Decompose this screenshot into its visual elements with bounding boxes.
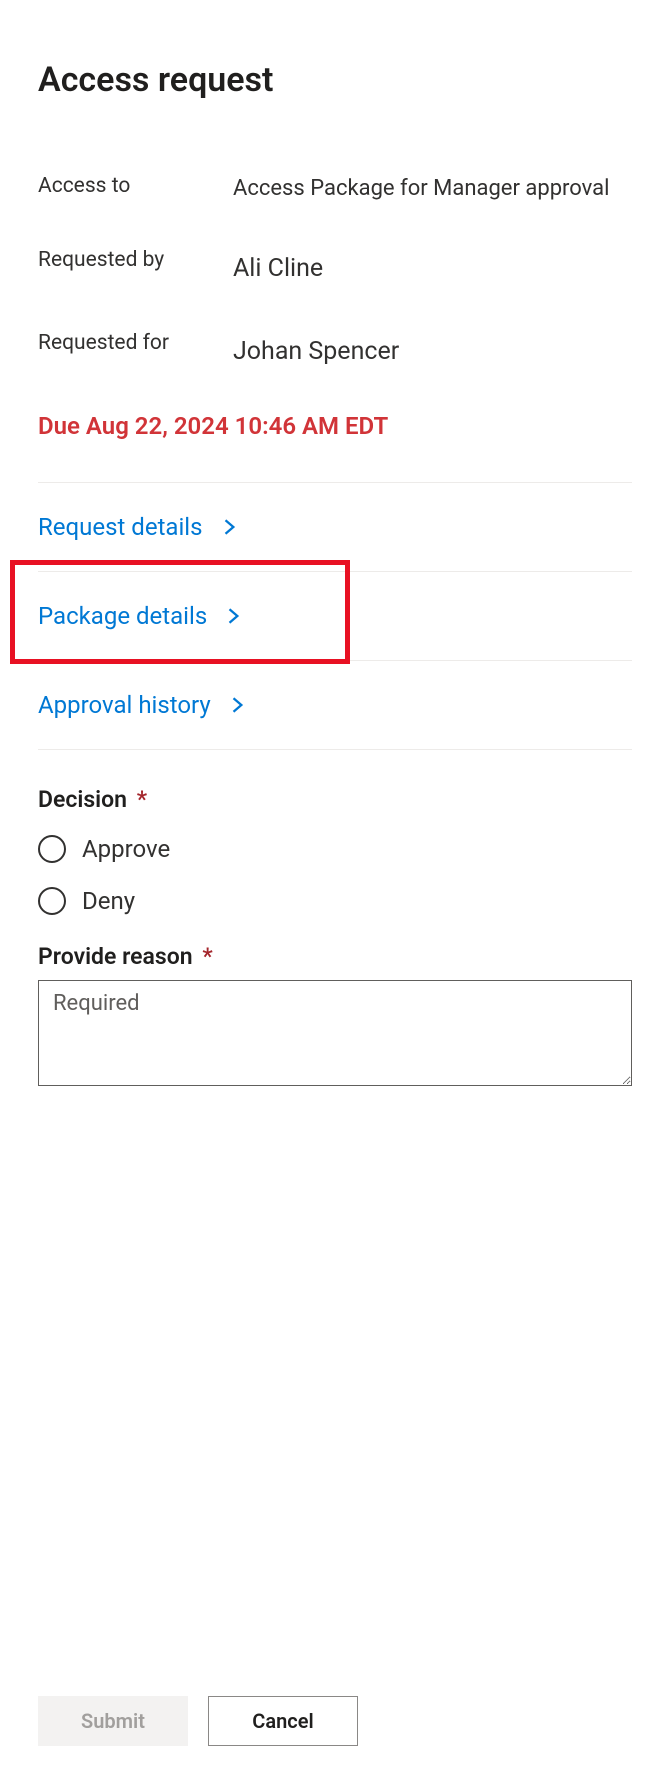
submit-button[interactable]: Submit (38, 1696, 188, 1746)
page-title: Access request (38, 60, 632, 100)
decision-section: Decision * Approve Deny Provide reason * (38, 786, 632, 1090)
approve-radio-label: Approve (82, 835, 170, 863)
due-date-text: Due Aug 22, 2024 10:46 AM EDT (38, 412, 632, 440)
reason-heading: Provide reason * (38, 943, 632, 970)
radio-unchecked-icon (38, 835, 66, 863)
decision-heading: Decision * (38, 786, 632, 813)
reason-textarea[interactable] (38, 980, 632, 1086)
chevron-right-icon (229, 696, 247, 714)
decision-heading-text: Decision (38, 786, 127, 813)
approval-history-label: Approval history (38, 691, 211, 719)
request-details-expander[interactable]: Request details (38, 482, 632, 572)
requested-by-value: Ali Cline (233, 246, 632, 289)
meta-row-requested-for: Requested for Johan Spencer (38, 329, 632, 372)
package-details-label: Package details (38, 602, 207, 630)
details-accordion-list: Request details Package details Approval… (38, 482, 632, 750)
meta-row-requested-by: Requested by Ali Cline (38, 246, 632, 289)
requested-by-label: Requested by (38, 246, 233, 275)
approval-history-expander[interactable]: Approval history (38, 661, 632, 750)
reason-heading-text: Provide reason (38, 943, 193, 970)
access-to-value: Access Package for Manager approval (233, 172, 632, 206)
access-to-label: Access to (38, 172, 233, 201)
chevron-right-icon (221, 518, 239, 536)
radio-unchecked-icon (38, 887, 66, 915)
requested-for-value: Johan Spencer (233, 329, 632, 372)
required-asterisk-icon: * (137, 786, 147, 813)
deny-radio[interactable]: Deny (38, 887, 632, 915)
approve-radio[interactable]: Approve (38, 835, 632, 863)
required-asterisk-icon: * (202, 943, 212, 970)
request-details-label: Request details (38, 513, 203, 541)
package-details-expander[interactable]: Package details (38, 572, 632, 661)
request-metadata: Access to Access Package for Manager app… (38, 172, 632, 372)
chevron-right-icon (225, 607, 243, 625)
requested-for-label: Requested for (38, 329, 233, 358)
decision-radio-group: Approve Deny (38, 835, 632, 915)
footer-action-bar: Submit Cancel (38, 1696, 358, 1746)
meta-row-access-to: Access to Access Package for Manager app… (38, 172, 632, 206)
cancel-button[interactable]: Cancel (208, 1696, 358, 1746)
deny-radio-label: Deny (82, 887, 135, 915)
